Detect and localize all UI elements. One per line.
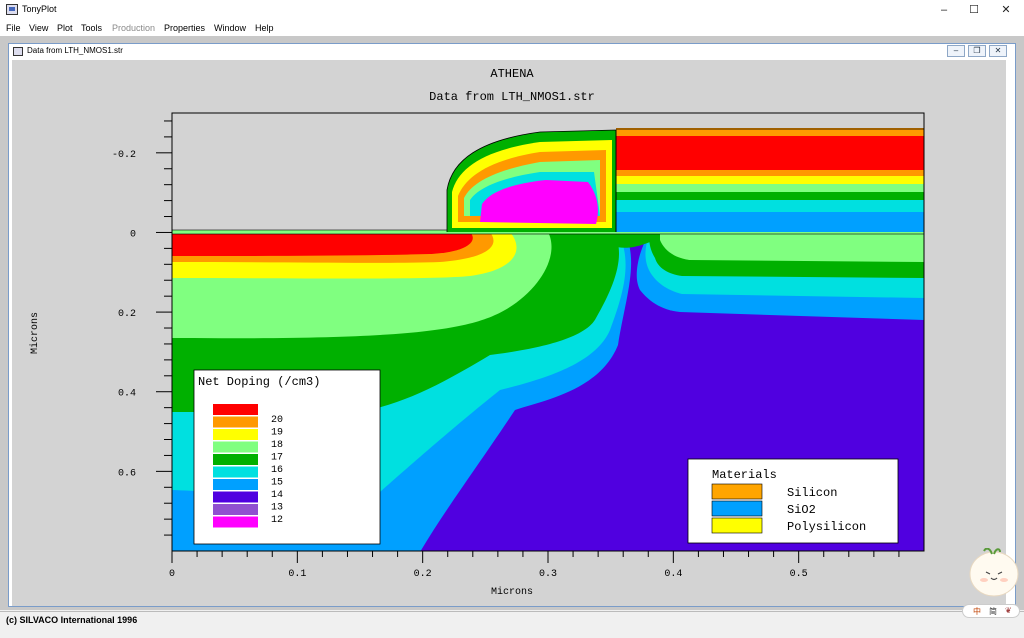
ime-toolbar[interactable]: 中 简 ❦ <box>962 604 1020 618</box>
doping-level-label: 19 <box>271 428 283 439</box>
status-text: (c) SILVACO International 1996 <box>6 615 138 625</box>
material-swatch <box>711 483 763 500</box>
doping-swatch <box>213 429 258 440</box>
doping-level-label: 17 <box>271 453 283 464</box>
material-label: Silicon <box>787 486 837 500</box>
material-label: SiO2 <box>787 503 816 517</box>
ime-mode-char[interactable]: 中 <box>973 606 981 617</box>
doping-swatch <box>213 479 258 490</box>
doping-level-label: 13 <box>271 503 283 514</box>
doping-swatch <box>213 466 258 478</box>
x-tick-label: 0.5 <box>790 569 808 580</box>
material-swatch <box>711 517 763 534</box>
doping-plot[interactable]: ATHENA Data from LTH_NMOS1.str -0.200.20… <box>0 0 1024 638</box>
material-swatch <box>711 500 763 517</box>
y-axis: -0.2 0 0.2 0.4 0.6 <box>112 120 172 536</box>
x-axis: 0 0.1 0.2 0.3 0.4 0.5 <box>169 551 900 580</box>
doping-level-label: 14 <box>271 490 283 501</box>
y-tick-label: -0.2 <box>112 150 136 161</box>
doping-level-label: 20 <box>271 415 283 426</box>
x-tick-label: 0.3 <box>539 569 557 580</box>
plot-title: ATHENA <box>490 67 534 81</box>
x-tick-label: 0 <box>169 569 175 580</box>
doping-level-label: 12 <box>271 515 283 526</box>
y-tick-label: 0.6 <box>118 468 136 479</box>
doping-swatch <box>213 441 258 453</box>
y-axis-label: Microns <box>29 312 41 354</box>
band-20 <box>172 232 473 256</box>
ime-simplified-char[interactable]: 简 <box>989 606 997 617</box>
y-tick-label: 0.2 <box>118 309 136 320</box>
doping-swatch <box>213 516 258 528</box>
doping-legend: Net Doping (/cm3) 20 1918 1716 1514 1312 <box>193 369 381 545</box>
doping-swatch <box>213 404 258 415</box>
doping-swatch <box>213 454 258 465</box>
doping-swatch <box>213 416 258 428</box>
y-tick-label: 0 <box>130 229 136 240</box>
materials-legend-title: Materials <box>712 468 777 482</box>
status-bar: (c) SILVACO International 1996 <box>0 611 1024 638</box>
plot-subtitle: Data from LTH_NMOS1.str <box>429 90 595 104</box>
tonyplot-app: TonyPlot – ☐ ✕ File View Plot Tools Prod… <box>0 0 1024 638</box>
materials-legend: Materials Silicon SiO2 Polysilicon <box>687 458 899 544</box>
doping-legend-title: Net Doping (/cm3) <box>198 375 320 389</box>
y-tick-label: 0.4 <box>118 389 136 400</box>
material-label: Polysilicon <box>787 520 866 534</box>
ime-skin-icon[interactable]: ❦ <box>1005 606 1012 615</box>
doping-level-label: 18 <box>271 440 283 451</box>
doping-level-label: 15 <box>271 478 283 489</box>
x-tick-label: 0.4 <box>664 569 682 580</box>
doping-swatch <box>213 504 258 515</box>
x-axis-label: Microns <box>491 586 533 598</box>
x-tick-label: 0.1 <box>288 569 306 580</box>
doping-level-label: 16 <box>271 465 283 476</box>
band-17-right <box>660 232 924 262</box>
doping-swatch <box>213 491 258 503</box>
x-tick-label: 0.2 <box>414 569 432 580</box>
